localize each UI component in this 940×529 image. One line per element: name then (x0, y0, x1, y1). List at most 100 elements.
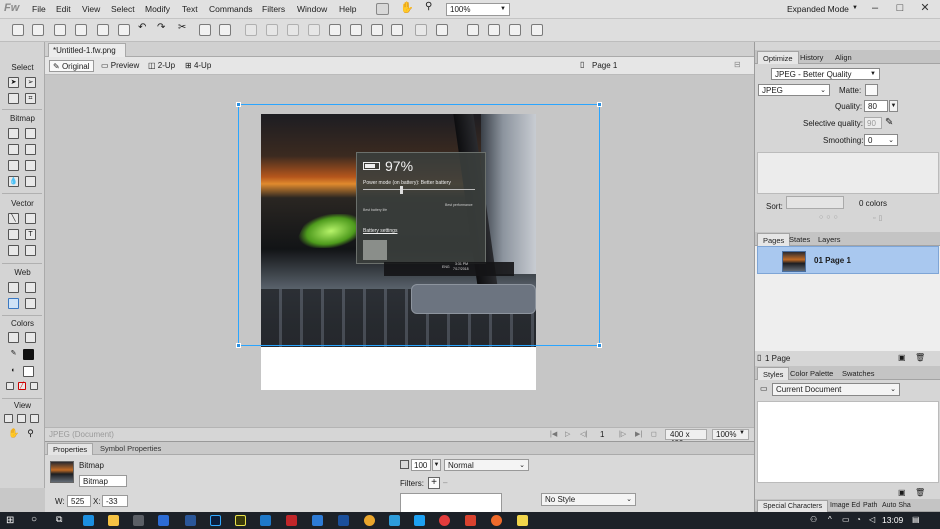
align-icon[interactable] (415, 24, 427, 36)
open-icon[interactable] (32, 24, 44, 36)
volume-icon[interactable]: ◁ (869, 515, 875, 524)
full-screen-menu-icon[interactable] (17, 414, 26, 423)
acrobat-icon[interactable] (286, 515, 297, 526)
list-item[interactable]: 01 Page 1 (757, 246, 939, 274)
start-icon[interactable]: ⊞ (6, 515, 14, 526)
app-icon-5[interactable] (439, 515, 450, 526)
view-preview-button[interactable]: ▭ Preview (98, 60, 142, 72)
tab-history[interactable]: History (795, 51, 828, 64)
store-icon[interactable] (133, 515, 144, 526)
app-icon-6[interactable] (465, 515, 476, 526)
styles-list[interactable] (757, 401, 939, 483)
bring-front-icon[interactable] (329, 24, 341, 36)
hotspot-tool-icon[interactable] (8, 282, 19, 293)
scale-tool-icon[interactable] (8, 93, 19, 104)
tab-states[interactable]: States (784, 233, 815, 246)
bridge-icon[interactable] (376, 3, 389, 15)
new-icon[interactable] (12, 24, 24, 36)
stroke-color-swatch[interactable] (23, 349, 34, 360)
document-zoom-select[interactable]: 100% ▼ (712, 429, 749, 440)
blend-mode-select[interactable]: Normal ⌄ (444, 459, 529, 471)
prev-frame-icon[interactable]: ◁| (580, 430, 587, 438)
default-colors-icon[interactable] (6, 382, 14, 390)
tab-symbol-properties[interactable]: Symbol Properties (95, 443, 166, 455)
marquee-tool-icon[interactable] (8, 128, 19, 139)
document-tab[interactable]: *Untitled-1.fw.png (48, 43, 126, 57)
chrome-icon[interactable] (364, 515, 375, 526)
fill-color-icon[interactable]: ◐ (8, 366, 19, 377)
new-page-icon[interactable]: ▣ (898, 353, 906, 362)
redo-icon[interactable]: ↷ (157, 22, 169, 34)
rubber-stamp-icon[interactable] (25, 176, 36, 187)
zoom-icon[interactable]: ⚲ (425, 1, 438, 13)
app-icon-7[interactable] (491, 515, 502, 526)
app-icon-2[interactable] (338, 515, 349, 526)
edit-icon[interactable]: ✎ (885, 117, 893, 128)
bring-forward-icon[interactable] (350, 24, 362, 36)
pen-tool-icon[interactable] (25, 213, 36, 224)
sort-select[interactable] (786, 196, 844, 209)
x-input[interactable]: -33 (102, 495, 128, 507)
send-backward-icon[interactable] (371, 24, 383, 36)
tab-properties[interactable]: Properties (47, 443, 94, 455)
app-icon[interactable] (312, 515, 323, 526)
selection-bounding-box[interactable] (236, 102, 602, 348)
styles-library-select[interactable]: Current Document ⌄ (772, 383, 900, 396)
filters-list[interactable] (400, 493, 502, 513)
paint-bucket-icon[interactable] (25, 332, 36, 343)
close-button[interactable]: ✕ (912, 1, 938, 17)
battery-tray-icon[interactable]: ▭ (842, 515, 850, 524)
hand-tool-icon[interactable]: ✋ (8, 429, 19, 440)
zoom-tool-icon[interactable]: ⚲ (25, 429, 36, 440)
view-4up-button[interactable]: ⊞ 4-Up (182, 60, 214, 72)
menu-edit[interactable]: Edit (56, 4, 71, 14)
print-icon[interactable] (118, 24, 130, 36)
subselect-tool-icon[interactable]: ➢ (25, 77, 36, 88)
crop-tool-icon[interactable]: ⌗ (25, 93, 36, 104)
split-icon[interactable] (308, 24, 320, 36)
vscode-icon[interactable] (260, 515, 271, 526)
document-size-button[interactable]: 400 x 400 (665, 429, 707, 448)
eraser-tool-icon[interactable] (25, 160, 36, 171)
app-icon-4[interactable] (414, 515, 425, 526)
workspace-mode-select[interactable]: Expanded Mode (787, 4, 849, 14)
join-icon[interactable] (287, 24, 299, 36)
tray-chevron-icon[interactable]: ^ (828, 515, 832, 524)
fill-color-swatch[interactable] (23, 366, 34, 377)
show-slices-icon[interactable] (25, 298, 36, 309)
matte-color-swatch[interactable] (865, 84, 878, 96)
menu-view[interactable]: View (82, 4, 100, 14)
task-view-icon[interactable]: ⧉ (56, 514, 62, 525)
delete-style-icon[interactable]: 🗑 (915, 488, 925, 497)
photoshop-icon[interactable] (210, 515, 221, 526)
import-icon[interactable] (75, 24, 87, 36)
optimize-preset-select[interactable]: JPEG - Better Quality ▼ (771, 68, 880, 80)
app-icon-3[interactable] (389, 515, 400, 526)
blur-tool-icon[interactable]: 💧 (8, 176, 19, 187)
play-icon[interactable]: ▷ (565, 430, 570, 438)
magic-wand-icon[interactable] (8, 144, 19, 155)
chevron-down-icon[interactable]: ▼ (889, 100, 898, 112)
text-tool-icon[interactable]: T (25, 229, 36, 240)
pencil-tool-icon[interactable] (8, 160, 19, 171)
resize-handle-top-right[interactable] (597, 102, 602, 107)
color-table[interactable] (757, 152, 939, 194)
group-icon[interactable] (245, 24, 257, 36)
chevron-down-icon[interactable]: ▼ (432, 459, 441, 471)
canvas-white-area[interactable] (261, 347, 536, 390)
tab-optimize[interactable]: Optimize (757, 51, 799, 64)
last-frame-icon[interactable]: ▶| (635, 430, 642, 438)
hand-icon[interactable]: ✋ (400, 1, 414, 14)
menu-select[interactable]: Select (111, 4, 135, 14)
page-options-icon[interactable]: ⊟ (734, 60, 741, 69)
cut-icon[interactable]: ✂ (178, 22, 190, 34)
lasso-tool-icon[interactable] (25, 128, 36, 139)
eyedropper-tool-icon[interactable] (8, 332, 19, 343)
view-original-button[interactable]: ✎ Original (49, 60, 94, 72)
next-frame-icon[interactable]: |▷ (619, 430, 626, 438)
app-icon-8[interactable] (517, 515, 528, 526)
save-icon[interactable] (54, 24, 66, 36)
hide-slices-icon[interactable] (8, 298, 19, 309)
menu-file[interactable]: File (32, 4, 46, 14)
edge-icon[interactable] (83, 515, 94, 526)
